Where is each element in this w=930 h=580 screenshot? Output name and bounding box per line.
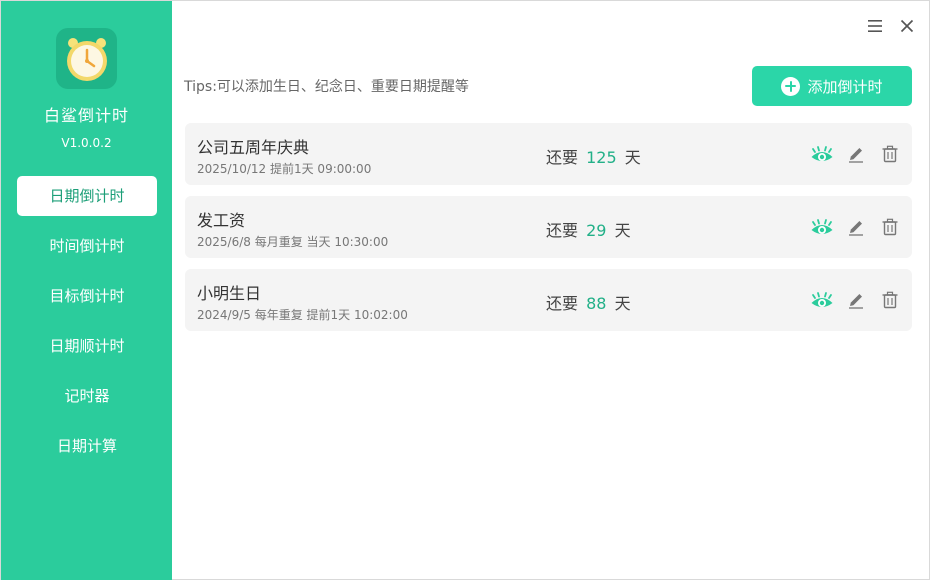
- item-actions: [800, 215, 902, 239]
- menu-icon: [868, 20, 882, 32]
- eye-icon: [811, 146, 833, 161]
- trash-icon: [882, 145, 898, 163]
- app-logo: [56, 28, 117, 89]
- delete-button[interactable]: [878, 215, 902, 239]
- days-unit: 天: [624, 148, 641, 167]
- app-window: 白鲨倒计时 V1.0.0.2 日期倒计时 时间倒计时 目标倒计时 日期顺计时 记…: [0, 0, 930, 580]
- trash-icon: [882, 291, 898, 309]
- pencil-icon: [849, 148, 863, 163]
- view-button[interactable]: [810, 142, 834, 166]
- edit-button[interactable]: [844, 215, 868, 239]
- countdown-item[interactable]: 公司五周年庆典 2025/10/12 提前1天 09:00:00 还要 125 …: [185, 123, 912, 185]
- menu-button[interactable]: [864, 15, 886, 37]
- item-actions: [800, 288, 902, 312]
- nav-item-date-countup[interactable]: 日期顺计时: [17, 326, 157, 366]
- nav-item-date-calculator[interactable]: 日期计算: [17, 426, 157, 466]
- nav-item-time-countdown[interactable]: 时间倒计时: [17, 226, 157, 266]
- view-button[interactable]: [810, 288, 834, 312]
- remaining-prefix: 还要: [546, 221, 579, 240]
- days-unit: 天: [614, 294, 631, 313]
- sidebar-nav: 日期倒计时 时间倒计时 目标倒计时 日期顺计时 记时器 日期计算: [17, 176, 157, 476]
- eye-icon: [811, 219, 833, 234]
- app-name: 白鲨倒计时: [43, 106, 129, 125]
- countdown-item[interactable]: 小明生日 2024/9/5 每年重复 提前1天 10:02:00 还要 88 天: [185, 269, 912, 331]
- item-actions: [800, 142, 902, 166]
- nav-item-date-countdown[interactable]: 日期倒计时: [17, 176, 157, 216]
- days-remaining: 还要 88 天: [546, 290, 631, 314]
- days-unit: 天: [614, 221, 631, 240]
- add-countdown-label: 添加倒计时: [807, 77, 883, 96]
- days-count: 88: [586, 294, 607, 313]
- eye-icon: [811, 292, 833, 307]
- event-title: 小明生日: [197, 284, 262, 303]
- delete-button[interactable]: [878, 288, 902, 312]
- nav-item-goal-countdown[interactable]: 目标倒计时: [17, 276, 157, 316]
- pencil-icon: [849, 294, 863, 309]
- event-meta: 2025/6/8 每月重复 当天 10:30:00: [197, 235, 389, 249]
- pencil-icon: [849, 221, 863, 236]
- alarm-clock-icon: [66, 37, 107, 81]
- event-meta: 2024/9/5 每年重复 提前1天 10:02:00: [197, 308, 408, 322]
- trash-icon: [882, 218, 898, 236]
- edit-button[interactable]: [844, 288, 868, 312]
- event-title: 发工资: [197, 211, 246, 230]
- remaining-prefix: 还要: [546, 148, 579, 167]
- event-title: 公司五周年庆典: [197, 138, 310, 157]
- sidebar: 白鲨倒计时 V1.0.0.2 日期倒计时 时间倒计时 目标倒计时 日期顺计时 记…: [1, 1, 172, 580]
- days-count: 29: [586, 221, 607, 240]
- tips-text: Tips:可以添加生日、纪念日、重要日期提醒等: [184, 79, 469, 95]
- app-version: V1.0.0.2: [61, 136, 112, 150]
- delete-button[interactable]: [878, 142, 902, 166]
- close-button[interactable]: [896, 15, 918, 37]
- view-button[interactable]: [810, 215, 834, 239]
- days-remaining: 还要 125 天: [546, 144, 641, 168]
- plus-circle-icon: [781, 76, 801, 96]
- countdown-list: 公司五周年庆典 2025/10/12 提前1天 09:00:00 还要 125 …: [185, 123, 912, 342]
- days-count: 125: [586, 148, 617, 167]
- event-meta: 2025/10/12 提前1天 09:00:00: [197, 162, 372, 176]
- close-icon: [900, 19, 914, 33]
- days-remaining: 还要 29 天: [546, 217, 631, 241]
- countdown-item[interactable]: 发工资 2025/6/8 每月重复 当天 10:30:00 还要 29 天: [185, 196, 912, 258]
- edit-button[interactable]: [844, 142, 868, 166]
- remaining-prefix: 还要: [546, 294, 579, 313]
- nav-item-timer[interactable]: 记时器: [17, 376, 157, 416]
- add-countdown-button[interactable]: 添加倒计时: [752, 66, 912, 106]
